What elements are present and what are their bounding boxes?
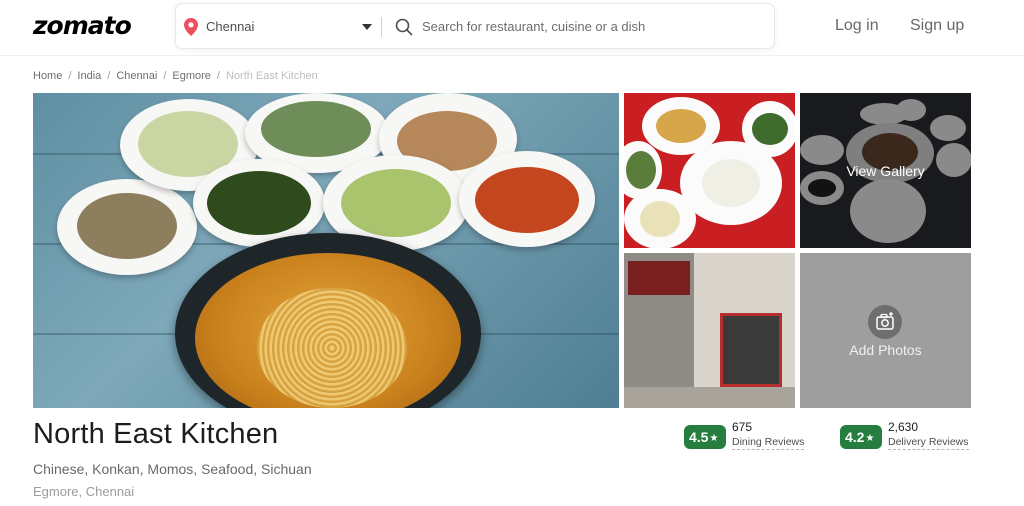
delivery-rating-score: 4.2 [845,429,865,445]
breadcrumb-chennai[interactable]: Chennai [116,70,157,82]
delivery-rating-badge: 4.2★ [840,425,882,449]
storefront-thumbnail[interactable] [624,253,795,408]
restaurant-locality[interactable]: Egmore, Chennai [33,484,134,499]
signup-link[interactable]: Sign up [910,17,964,35]
top-header: zomato Chennai Log in Sign up [0,0,1024,56]
restaurant-signboard [628,261,690,295]
location-pin-icon[interactable] [184,18,198,36]
breadcrumb-separator: / [216,70,220,82]
view-gallery-tile[interactable]: View Gallery [800,93,971,248]
breadcrumb-separator: / [163,70,167,82]
delivery-review-count: 2,630 [888,420,919,434]
dining-rating-score: 4.5 [689,429,709,445]
dining-reviews-link[interactable]: Dining Reviews [732,436,805,450]
search-divider [381,17,382,37]
dining-rating-badge: 4.5★ [684,425,726,449]
cuisine-list: Chinese, Konkan, Momos, Seafood, Sichuan [33,461,312,477]
breadcrumb-home[interactable]: Home [33,70,62,82]
add-photos-label: Add Photos [849,342,922,358]
restaurant-name: North East Kitchen [33,418,279,450]
pavement [624,387,795,408]
breadcrumb-current: North East Kitchen [225,70,318,82]
add-photos-tile[interactable]: Add Photos [800,253,971,408]
side-bowl [57,179,197,275]
shop-entrance [720,313,782,387]
plate [624,189,696,248]
breadcrumb-india[interactable]: India [77,70,101,82]
search-input[interactable] [422,14,752,38]
noodles [257,288,407,408]
star-icon: ★ [865,433,875,444]
zomato-logo[interactable]: zomato [33,11,132,40]
breadcrumb-separator: / [107,70,111,82]
search-bar: Chennai [175,3,775,49]
search-icon [395,18,413,36]
star-icon: ★ [709,433,719,444]
caret-down-icon[interactable] [362,24,372,30]
breadcrumb-egmore[interactable]: Egmore [172,70,211,82]
food-thumbnail[interactable] [624,93,795,248]
soup [195,253,461,408]
breadcrumb-separator: / [68,70,72,82]
breadcrumb: Home / India / Chennai / Egmore / North East Kit… [33,70,318,82]
noodle-soup-bowl [175,233,481,408]
dining-review-count: 675 [732,420,753,434]
camera-icon [868,305,902,339]
main-food-photo[interactable] [33,93,619,408]
location-selector[interactable]: Chennai [206,19,254,34]
view-gallery-label: View Gallery [846,163,925,179]
login-link[interactable]: Log in [835,17,879,35]
delivery-reviews-link[interactable]: Delivery Reviews [888,436,969,450]
side-bowl [459,151,595,247]
